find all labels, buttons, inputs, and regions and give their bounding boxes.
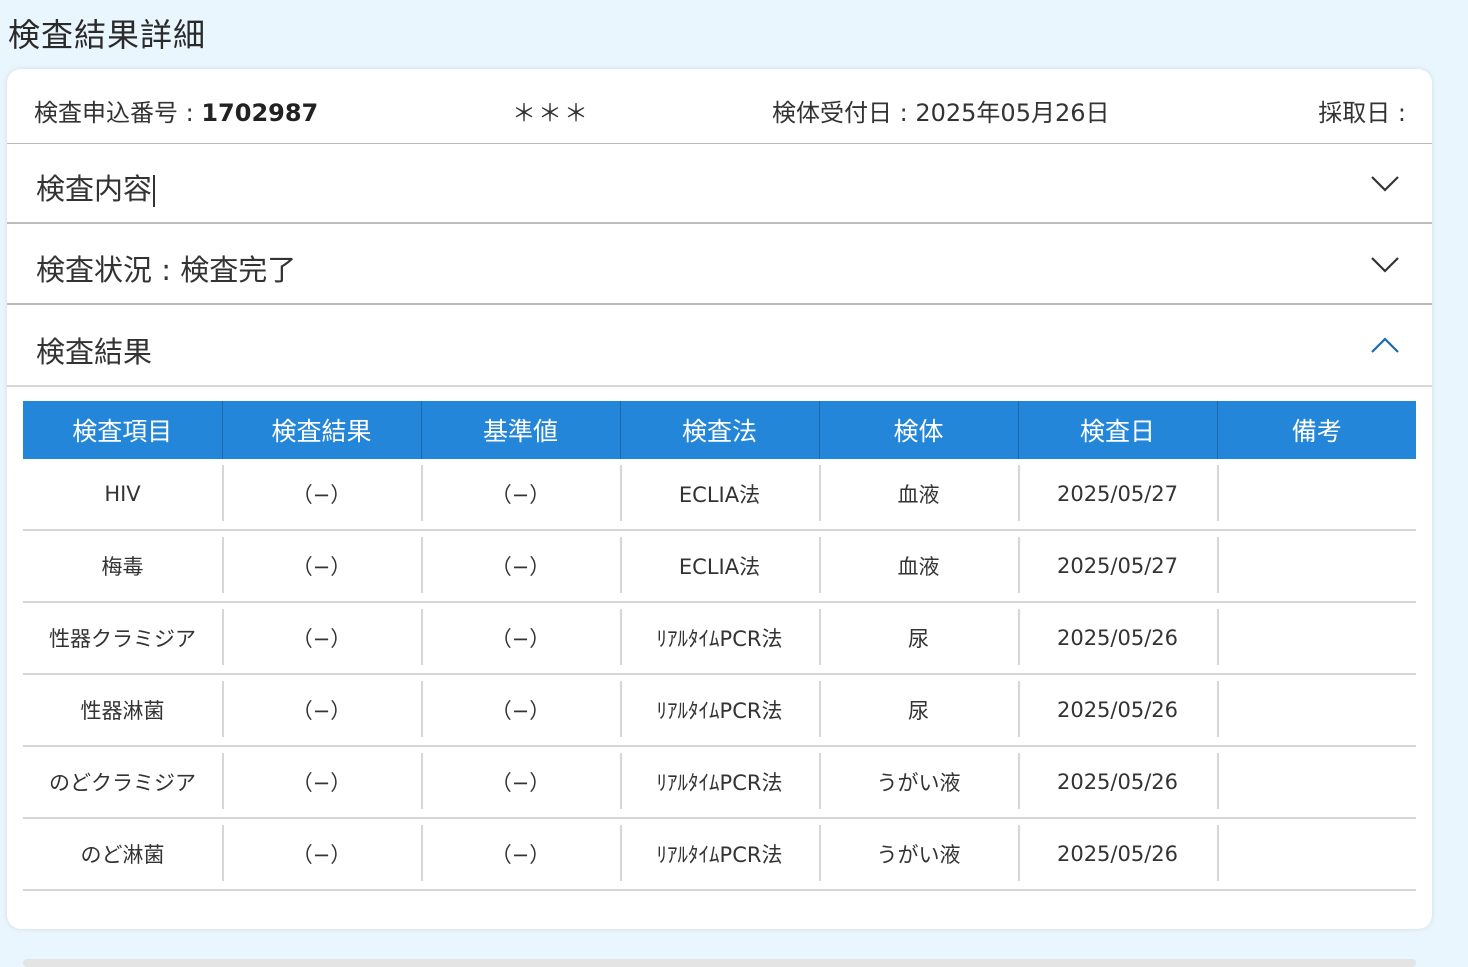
cell-reference-value: （−） [421, 602, 620, 675]
application-number-value: 1702987 [201, 99, 319, 127]
cell-test-item: HIV [23, 459, 222, 531]
cell-remarks [1217, 459, 1416, 531]
page-title: 検査結果詳細 [8, 16, 207, 54]
cell-reference-value: （−） [421, 818, 620, 891]
masked-name: ＊＊＊ [512, 99, 590, 127]
header-test-item: 検査項目 [23, 401, 222, 459]
header-test-method: 検査法 [619, 401, 819, 459]
cell-remarks [1217, 818, 1416, 891]
cell-test-item: 性器クラミジア [23, 602, 222, 675]
cell-test-item: 性器淋菌 [23, 674, 222, 747]
accordion-test-results-label: 検査結果 [36, 335, 153, 369]
cell-reference-value: （−） [421, 674, 620, 747]
application-number-label: 検査申込番号 : [34, 99, 202, 127]
cell-specimen: 尿 [819, 602, 1018, 675]
cell-test-date: 2025/05/26 [1018, 602, 1217, 675]
chevron-down-icon[interactable] [1370, 249, 1400, 279]
chevron-up-icon[interactable] [1370, 331, 1400, 361]
header-specimen: 検体 [818, 401, 1018, 459]
results-table-wrapper: 検査項目 検査結果 基準値 検査法 検体 検査日 備考 HIV （−） （−） … [23, 401, 1416, 891]
cell-test-result: （−） [222, 674, 421, 747]
cell-test-date: 2025/05/26 [1018, 746, 1217, 819]
cell-test-result: （−） [222, 818, 421, 891]
cell-test-result: （−） [222, 746, 421, 819]
table-row: 性器クラミジア （−） （−） ﾘｱﾙﾀｲﾑPCR法 尿 2025/05/26 [23, 602, 1416, 675]
cell-reference-value: （−） [421, 746, 620, 819]
cell-test-date: 2025/05/27 [1018, 530, 1217, 603]
cell-test-method: ﾘｱﾙﾀｲﾑPCR法 [620, 746, 819, 819]
cell-remarks [1217, 746, 1416, 819]
specimen-info-row: 検査申込番号 : 1702987 ＊＊＊ 検体受付日 : 2025年05月26日… [7, 69, 1432, 145]
received-date: 検体受付日 : 2025年05月26日 [772, 99, 1110, 127]
cell-reference-value: （−） [421, 530, 620, 603]
cell-specimen: うがい液 [819, 746, 1018, 819]
cell-remarks [1217, 530, 1416, 603]
table-row: 梅毒 （−） （−） ECLIA法 血液 2025/05/27 [23, 530, 1416, 603]
cell-reference-value: （−） [421, 459, 620, 531]
text-cursor [153, 175, 156, 207]
cell-specimen: 血液 [819, 459, 1018, 531]
accordion-test-content-label: 検査内容 [36, 166, 156, 208]
result-detail-card: 検査申込番号 : 1702987 ＊＊＊ 検体受付日 : 2025年05月26日… [7, 69, 1432, 967]
cell-test-method: ﾘｱﾙﾀｲﾑPCR法 [620, 674, 819, 747]
cell-test-item: 梅毒 [23, 530, 222, 603]
cell-test-item: のど淋菌 [23, 818, 222, 891]
cell-test-date: 2025/05/26 [1018, 818, 1217, 891]
cell-test-method: ECLIA法 [620, 530, 819, 603]
header-test-result: 検査結果 [221, 401, 421, 459]
accordion-test-status[interactable]: 検査状況 : 検査完了 [7, 225, 1432, 305]
header-test-date: 検査日 [1017, 401, 1217, 459]
collection-date: 採取日 : [1318, 99, 1406, 127]
cell-specimen: 尿 [819, 674, 1018, 747]
cell-test-date: 2025/05/27 [1018, 459, 1217, 531]
cell-test-method: ﾘｱﾙﾀｲﾑPCR法 [620, 602, 819, 675]
cell-test-result: （−） [222, 530, 421, 603]
accordion-test-status-label: 検査状況 : 検査完了 [36, 253, 297, 287]
table-row: 性器淋菌 （−） （−） ﾘｱﾙﾀｲﾑPCR法 尿 2025/05/26 [23, 674, 1416, 747]
cell-remarks [1217, 674, 1416, 747]
results-table-header: 検査項目 検査結果 基準値 検査法 検体 検査日 備考 [23, 401, 1416, 459]
header-remarks: 備考 [1216, 401, 1416, 459]
cell-test-result: （−） [222, 602, 421, 675]
table-row: HIV （−） （−） ECLIA法 血液 2025/05/27 [23, 459, 1416, 531]
application-number: 検査申込番号 : 1702987 [34, 93, 318, 128]
cell-test-item: のどクラミジア [23, 746, 222, 819]
cell-specimen: 血液 [819, 530, 1018, 603]
table-row: のど淋菌 （−） （−） ﾘｱﾙﾀｲﾑPCR法 うがい液 2025/05/26 [23, 818, 1416, 891]
accordion-test-content[interactable]: 検査内容 [7, 144, 1432, 224]
cell-test-result: （−） [222, 459, 421, 531]
accordion-test-content-text: 検査内容 [36, 172, 153, 206]
accordion-test-results[interactable]: 検査結果 [7, 307, 1432, 387]
cell-test-method: ECLIA法 [620, 459, 819, 531]
header-reference-value: 基準値 [420, 401, 620, 459]
cell-specimen: うがい液 [819, 818, 1018, 891]
table-row: のどクラミジア （−） （−） ﾘｱﾙﾀｲﾑPCR法 うがい液 2025/05/… [23, 746, 1416, 819]
results-table: 検査項目 検査結果 基準値 検査法 検体 検査日 備考 HIV （−） （−） … [23, 401, 1416, 891]
cell-test-date: 2025/05/26 [1018, 674, 1217, 747]
chevron-down-icon[interactable] [1370, 168, 1400, 198]
cell-test-method: ﾘｱﾙﾀｲﾑPCR法 [620, 818, 819, 891]
horizontal-scrollbar[interactable] [23, 959, 1416, 967]
cell-remarks [1217, 602, 1416, 675]
